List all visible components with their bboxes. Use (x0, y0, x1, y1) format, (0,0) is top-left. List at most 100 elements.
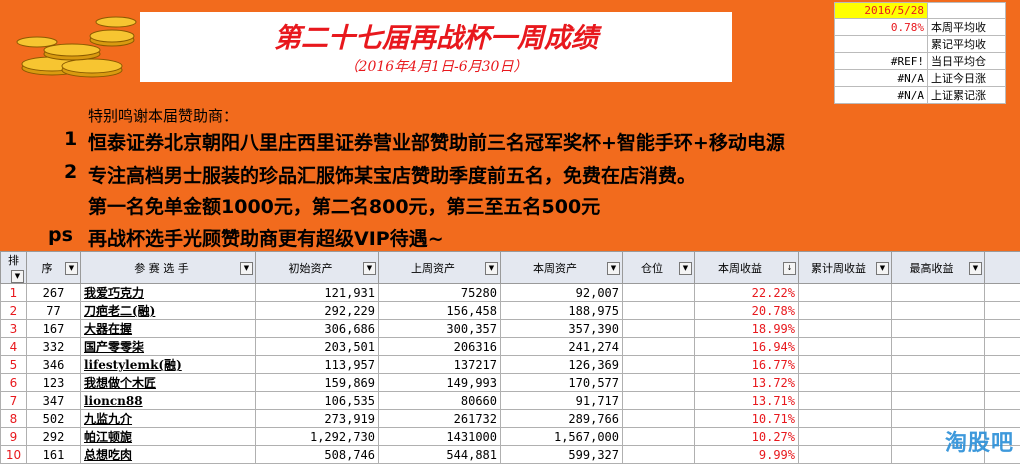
initial-assets-cell[interactable]: 1,292,730 (256, 428, 379, 446)
position-cell[interactable] (623, 302, 695, 320)
position-cell[interactable] (623, 374, 695, 392)
column-header[interactable]: 初始资产▼ (256, 252, 379, 284)
position-cell[interactable] (623, 392, 695, 410)
cumulative-gain-cell[interactable] (799, 392, 892, 410)
rank-cell[interactable]: 5 (1, 356, 27, 374)
position-cell[interactable] (623, 284, 695, 302)
current-assets-cell[interactable]: 357,390 (501, 320, 623, 338)
max-gain-cell[interactable] (892, 284, 985, 302)
player-name-cell[interactable]: 国产零零柒 (81, 338, 256, 356)
cumulative-gain-cell[interactable] (799, 428, 892, 446)
column-header[interactable]: 仓位▼ (623, 252, 695, 284)
weekly-gain-cell[interactable]: 16.94% (695, 338, 799, 356)
column-header[interactable]: 上周资产▼ (379, 252, 501, 284)
column-header[interactable]: 累计周收益▼ (799, 252, 892, 284)
id-cell[interactable]: 332 (27, 338, 81, 356)
player-name-cell[interactable]: 九监九介 (81, 410, 256, 428)
max-gain-cell[interactable] (892, 320, 985, 338)
player-name-cell[interactable]: 帕江顿旎 (81, 428, 256, 446)
current-assets-cell[interactable]: 289,766 (501, 410, 623, 428)
column-header[interactable]: 本周资产▼ (501, 252, 623, 284)
id-cell[interactable]: 167 (27, 320, 81, 338)
rank-cell[interactable]: 3 (1, 320, 27, 338)
id-cell[interactable]: 502 (27, 410, 81, 428)
current-assets-cell[interactable]: 1,567,000 (501, 428, 623, 446)
spare-cell[interactable] (985, 320, 1020, 338)
last-week-assets-cell[interactable]: 261732 (379, 410, 501, 428)
rank-cell[interactable]: 9 (1, 428, 27, 446)
current-assets-cell[interactable]: 126,369 (501, 356, 623, 374)
initial-assets-cell[interactable]: 106,535 (256, 392, 379, 410)
max-gain-cell[interactable] (892, 356, 985, 374)
cumulative-gain-cell[interactable] (799, 320, 892, 338)
id-cell[interactable]: 292 (27, 428, 81, 446)
last-week-assets-cell[interactable]: 75280 (379, 284, 501, 302)
weekly-gain-cell[interactable]: 10.71% (695, 410, 799, 428)
cumulative-gain-cell[interactable] (799, 356, 892, 374)
spare-cell[interactable] (985, 356, 1020, 374)
initial-assets-cell[interactable]: 159,869 (256, 374, 379, 392)
last-week-assets-cell[interactable]: 149,993 (379, 374, 501, 392)
cumulative-gain-cell[interactable] (799, 284, 892, 302)
player-name-cell[interactable]: 大器在握 (81, 320, 256, 338)
last-week-assets-cell[interactable]: 1431000 (379, 428, 501, 446)
rank-cell[interactable]: 8 (1, 410, 27, 428)
player-name-cell[interactable]: lioncn88 (81, 392, 256, 410)
last-week-assets-cell[interactable]: 206316 (379, 338, 501, 356)
current-assets-cell[interactable]: 188,975 (501, 302, 623, 320)
max-gain-cell[interactable] (892, 302, 985, 320)
initial-assets-cell[interactable]: 121,931 (256, 284, 379, 302)
column-header[interactable]: 排▼ (1, 252, 27, 284)
weekly-gain-cell[interactable]: 10.27% (695, 428, 799, 446)
weekly-gain-cell[interactable]: 20.78% (695, 302, 799, 320)
id-cell[interactable]: 77 (27, 302, 81, 320)
id-cell[interactable]: 346 (27, 356, 81, 374)
initial-assets-cell[interactable]: 306,686 (256, 320, 379, 338)
rank-cell[interactable]: 4 (1, 338, 27, 356)
rank-cell[interactable]: 1 (1, 284, 27, 302)
position-cell[interactable] (623, 428, 695, 446)
cumulative-gain-cell[interactable] (799, 302, 892, 320)
cumulative-gain-cell[interactable] (799, 374, 892, 392)
initial-assets-cell[interactable]: 292,229 (256, 302, 379, 320)
current-assets-cell[interactable]: 92,007 (501, 284, 623, 302)
current-assets-cell[interactable]: 91,717 (501, 392, 623, 410)
id-cell[interactable]: 267 (27, 284, 81, 302)
last-week-assets-cell[interactable]: 80660 (379, 392, 501, 410)
weekly-gain-cell[interactable]: 16.77% (695, 356, 799, 374)
column-header[interactable]: 最高收益▼ (892, 252, 985, 284)
player-name-cell[interactable]: 我爱巧克力 (81, 284, 256, 302)
position-cell[interactable] (623, 410, 695, 428)
weekly-gain-cell[interactable]: 22.22% (695, 284, 799, 302)
rank-cell[interactable]: 2 (1, 302, 27, 320)
cumulative-gain-cell[interactable] (799, 338, 892, 356)
spare-cell[interactable] (985, 374, 1020, 392)
position-cell[interactable] (623, 320, 695, 338)
initial-assets-cell[interactable]: 113,957 (256, 356, 379, 374)
max-gain-cell[interactable] (892, 338, 985, 356)
id-cell[interactable]: 123 (27, 374, 81, 392)
weekly-gain-cell[interactable]: 13.71% (695, 392, 799, 410)
column-header[interactable]: 本周收益↓ (695, 252, 799, 284)
max-gain-cell[interactable] (892, 392, 985, 410)
position-cell[interactable] (623, 356, 695, 374)
player-name-cell[interactable]: 刀疤老二(融) (81, 302, 256, 320)
last-week-assets-cell[interactable]: 137217 (379, 356, 501, 374)
last-week-assets-cell[interactable]: 156,458 (379, 302, 501, 320)
position-cell[interactable] (623, 338, 695, 356)
weekly-gain-cell[interactable]: 13.72% (695, 374, 799, 392)
player-name-cell[interactable]: lifestylemk(融) (81, 356, 256, 374)
player-name-cell[interactable]: 我想做个木匠 (81, 374, 256, 392)
rank-cell[interactable]: 6 (1, 374, 27, 392)
cumulative-gain-cell[interactable] (799, 410, 892, 428)
initial-assets-cell[interactable]: 203,501 (256, 338, 379, 356)
initial-assets-cell[interactable]: 273,919 (256, 410, 379, 428)
current-assets-cell[interactable]: 241,274 (501, 338, 623, 356)
column-header[interactable]: 序▼ (27, 252, 81, 284)
column-header[interactable]: 参 赛 选 手▼ (81, 252, 256, 284)
spare-cell[interactable] (985, 338, 1020, 356)
weekly-gain-cell[interactable]: 18.99% (695, 320, 799, 338)
rank-cell[interactable]: 7 (1, 392, 27, 410)
max-gain-cell[interactable] (892, 374, 985, 392)
id-cell[interactable]: 347 (27, 392, 81, 410)
